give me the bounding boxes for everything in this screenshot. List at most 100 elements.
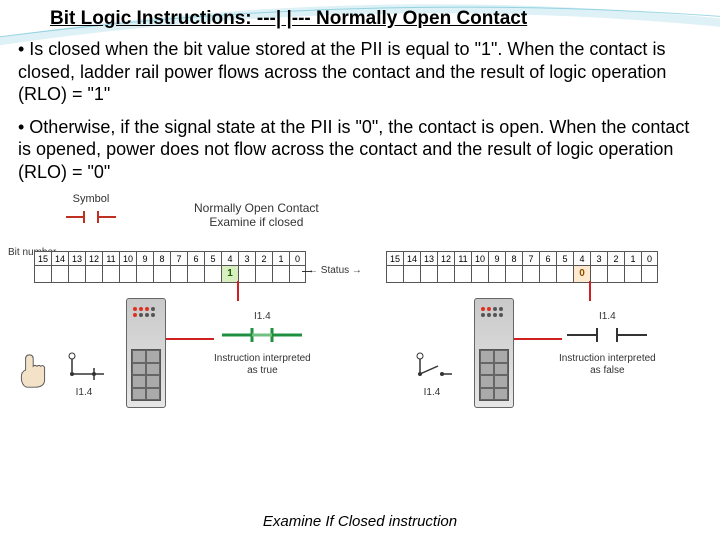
bit-value xyxy=(171,266,187,282)
bit-column: 2 xyxy=(255,251,272,283)
contact-open-icon xyxy=(567,324,647,346)
slide-title: Bit Logic Instructions: ---| |--- Normal… xyxy=(0,0,720,34)
bit-number: 8 xyxy=(154,252,170,266)
bit-column: 15 xyxy=(386,251,403,283)
figure-area: Symbol Normally Open Contact Examine if … xyxy=(14,193,706,448)
bit-column: 2 xyxy=(607,251,624,283)
bit-column: 14 xyxy=(403,251,420,283)
subtitle-block: Normally Open Contact Examine if closed xyxy=(194,201,319,230)
bit-value xyxy=(86,266,102,282)
pushbutton-open: I1.4 xyxy=(412,348,452,398)
bit-column: 1 xyxy=(272,251,289,283)
bit-value xyxy=(290,266,305,282)
bit-value: 0 xyxy=(574,266,590,282)
bit-value xyxy=(540,266,556,282)
bit-number: 11 xyxy=(455,252,471,266)
bit-column: 0 xyxy=(289,251,306,283)
bit-value xyxy=(273,266,289,282)
bit-column: 7 xyxy=(522,251,539,283)
bit-column: 11 xyxy=(102,251,119,283)
bit-value xyxy=(205,266,221,282)
bit-number: 15 xyxy=(387,252,403,266)
bit-column: 0 xyxy=(641,251,658,283)
bit-number: 6 xyxy=(188,252,204,266)
bit-value xyxy=(137,266,153,282)
bit-value xyxy=(455,266,471,282)
interp-line1: Instruction interpreted xyxy=(559,353,656,365)
wire-icon xyxy=(166,338,214,340)
bit-column: 12 xyxy=(85,251,102,283)
bit-column: 8 xyxy=(153,251,170,283)
bit-number: 14 xyxy=(404,252,420,266)
bit-value xyxy=(625,266,641,282)
bit-number: 7 xyxy=(171,252,187,266)
bit-number: 9 xyxy=(489,252,505,266)
bit-number: 13 xyxy=(69,252,85,266)
bit-number: 0 xyxy=(642,252,657,266)
bit-number: 15 xyxy=(35,252,51,266)
bit-number: 4 xyxy=(574,252,590,266)
bit-column: 11 xyxy=(454,251,471,283)
normally-open-symbol-icon xyxy=(66,207,116,227)
interp-line2: as true xyxy=(214,365,311,377)
bit-number: 14 xyxy=(52,252,68,266)
bit-column: 7 xyxy=(170,251,187,283)
bit-value xyxy=(188,266,204,282)
bullet-2: • Otherwise, if the signal state at the … xyxy=(18,116,702,184)
bit-number: 10 xyxy=(120,252,136,266)
bit-value xyxy=(438,266,454,282)
bit-number: 4 xyxy=(222,252,238,266)
body-text: • Is closed when the bit value stored at… xyxy=(0,34,720,183)
bit-number: 10 xyxy=(472,252,488,266)
bit-table-right: 15141312111098765403210 xyxy=(386,251,658,283)
bit-number: 3 xyxy=(239,252,255,266)
bit-number: 12 xyxy=(438,252,454,266)
bit-value xyxy=(557,266,573,282)
contact-closed-icon xyxy=(222,324,302,346)
instruction-false-block: I1.4 Instruction interpreted as false xyxy=(559,311,656,377)
bit-column: 9 xyxy=(488,251,505,283)
bit-value xyxy=(69,266,85,282)
bit-value xyxy=(239,266,255,282)
bit-column: 6 xyxy=(539,251,556,283)
bit-column: 14 xyxy=(51,251,68,283)
bit-number: 7 xyxy=(523,252,539,266)
bit-value xyxy=(52,266,68,282)
bit-value xyxy=(506,266,522,282)
address-label: I1.4 xyxy=(64,387,104,398)
bit-value xyxy=(103,266,119,282)
bit-column: 13 xyxy=(420,251,437,283)
bit-value xyxy=(472,266,488,282)
interp-line1: Instruction interpreted xyxy=(214,353,311,365)
bit-number: 5 xyxy=(557,252,573,266)
bit-value xyxy=(120,266,136,282)
bit-column: 9 xyxy=(136,251,153,283)
bit-number: 9 xyxy=(137,252,153,266)
bit-column: 8 xyxy=(505,251,522,283)
bit-number: 13 xyxy=(421,252,437,266)
bit-value xyxy=(642,266,657,282)
interp-line2: as false xyxy=(559,365,656,377)
instruction-true-block: I1.4 Instruction interpreted as true xyxy=(214,311,311,377)
subtitle-line1: Normally Open Contact xyxy=(194,201,319,215)
bit-number: 0 xyxy=(290,252,305,266)
bit-value xyxy=(387,266,403,282)
bit-number: 8 xyxy=(506,252,522,266)
bit-value xyxy=(421,266,437,282)
bit-number: 1 xyxy=(625,252,641,266)
address-label: I1.4 xyxy=(559,311,656,322)
status-label: ← Status → xyxy=(308,265,362,276)
wire-icon xyxy=(237,281,239,301)
bit-number: 5 xyxy=(205,252,221,266)
pushbutton-closed-icon xyxy=(64,348,104,384)
address-label: I1.4 xyxy=(214,311,311,322)
wire-icon xyxy=(514,338,562,340)
bit-number: 3 xyxy=(591,252,607,266)
bit-number: 2 xyxy=(608,252,624,266)
bit-value xyxy=(591,266,607,282)
bit-column: 6 xyxy=(187,251,204,283)
bit-value xyxy=(404,266,420,282)
symbol-label: Symbol xyxy=(66,193,116,205)
bit-table-left: 15141312111098765413210 xyxy=(34,251,306,283)
pushbutton-open-icon xyxy=(412,348,452,384)
